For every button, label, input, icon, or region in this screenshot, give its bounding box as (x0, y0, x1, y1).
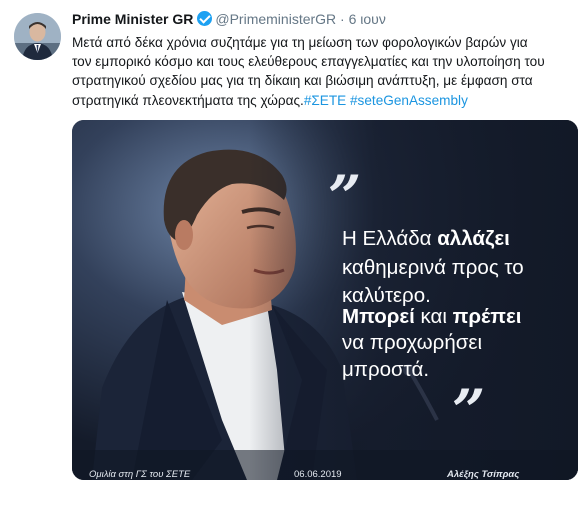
quote-text: μπροστά. (342, 358, 430, 381)
quote-line: Η Ελλάδα αλλάζει (342, 227, 510, 251)
quote-text-bold: αλλάζει (437, 227, 510, 250)
quote-text-bold: Μπορεί (342, 305, 415, 328)
open-quote-icon: ” (328, 163, 362, 231)
hashtag-link[interactable]: #seteGenAssembly (350, 93, 468, 108)
media-footer-speaker: Αλέξης Τσίπρας (447, 469, 520, 480)
quote-text-bold: πρέπει (452, 305, 522, 328)
quote-text: καλύτερο. (342, 284, 431, 307)
separator-dot: · (340, 11, 345, 27)
tweet[interactable]: Prime Minister GR @PrimeministerGR · 6 ιο… (0, 0, 586, 518)
quote-line: Μπορεί και πρέπει (342, 305, 521, 329)
author-avatar[interactable] (14, 13, 61, 60)
media-photo (72, 120, 578, 480)
tweet-text-line: στρατηγικού σχεδίου μας για τη δίκαιη κα… (72, 73, 533, 89)
tweet-header: Prime Minister GR @PrimeministerGR · 6 ιο… (72, 11, 386, 29)
quote-text: να προχωρήσει (342, 331, 483, 354)
close-quote-icon: ” (452, 377, 486, 445)
tweet-media-image[interactable]: ” Η Ελλάδα αλλάζει καθημερινά προς το κα… (72, 120, 578, 480)
quote-text: και (414, 305, 453, 328)
author-name[interactable]: Prime Minister GR (72, 11, 193, 27)
tweet-text-line: στρατηγικά πλεονεκτήματα της χώρας. (72, 92, 304, 108)
tweet-timestamp[interactable]: 6 ιουν (349, 11, 386, 27)
quote-text: καθημερινά προς το (342, 256, 524, 279)
quote-line: καθημερινά προς το (342, 256, 524, 280)
media-footer-event: Ομιλία στη ΓΣ του ΣΕΤΕ (89, 469, 191, 480)
tweet-text: Μετά από δέκα χρόνια συζητάμε για τη μεί… (72, 33, 578, 110)
quote-text: Η Ελλάδα (342, 227, 438, 250)
quote-line: μπροστά. (342, 358, 429, 382)
tweet-text-line: Μετά από δέκα χρόνια συζητάμε για τη μεί… (72, 35, 528, 50)
quote-line: να προχωρήσει (342, 331, 482, 355)
author-handle[interactable]: @PrimeministerGR (215, 11, 336, 27)
verified-badge-icon (197, 11, 213, 26)
hashtag-link[interactable]: #ΣΕΤΕ (304, 93, 346, 108)
tweet-text-line-last: στρατηγικά πλεονεκτήματα της χώρας.#ΣΕΤΕ… (72, 91, 578, 110)
tweet-text-line: τον εμπορικό κόσμο και τους ελεύθερους ε… (72, 54, 545, 70)
media-footer-date: 06.06.2019 (294, 469, 342, 480)
